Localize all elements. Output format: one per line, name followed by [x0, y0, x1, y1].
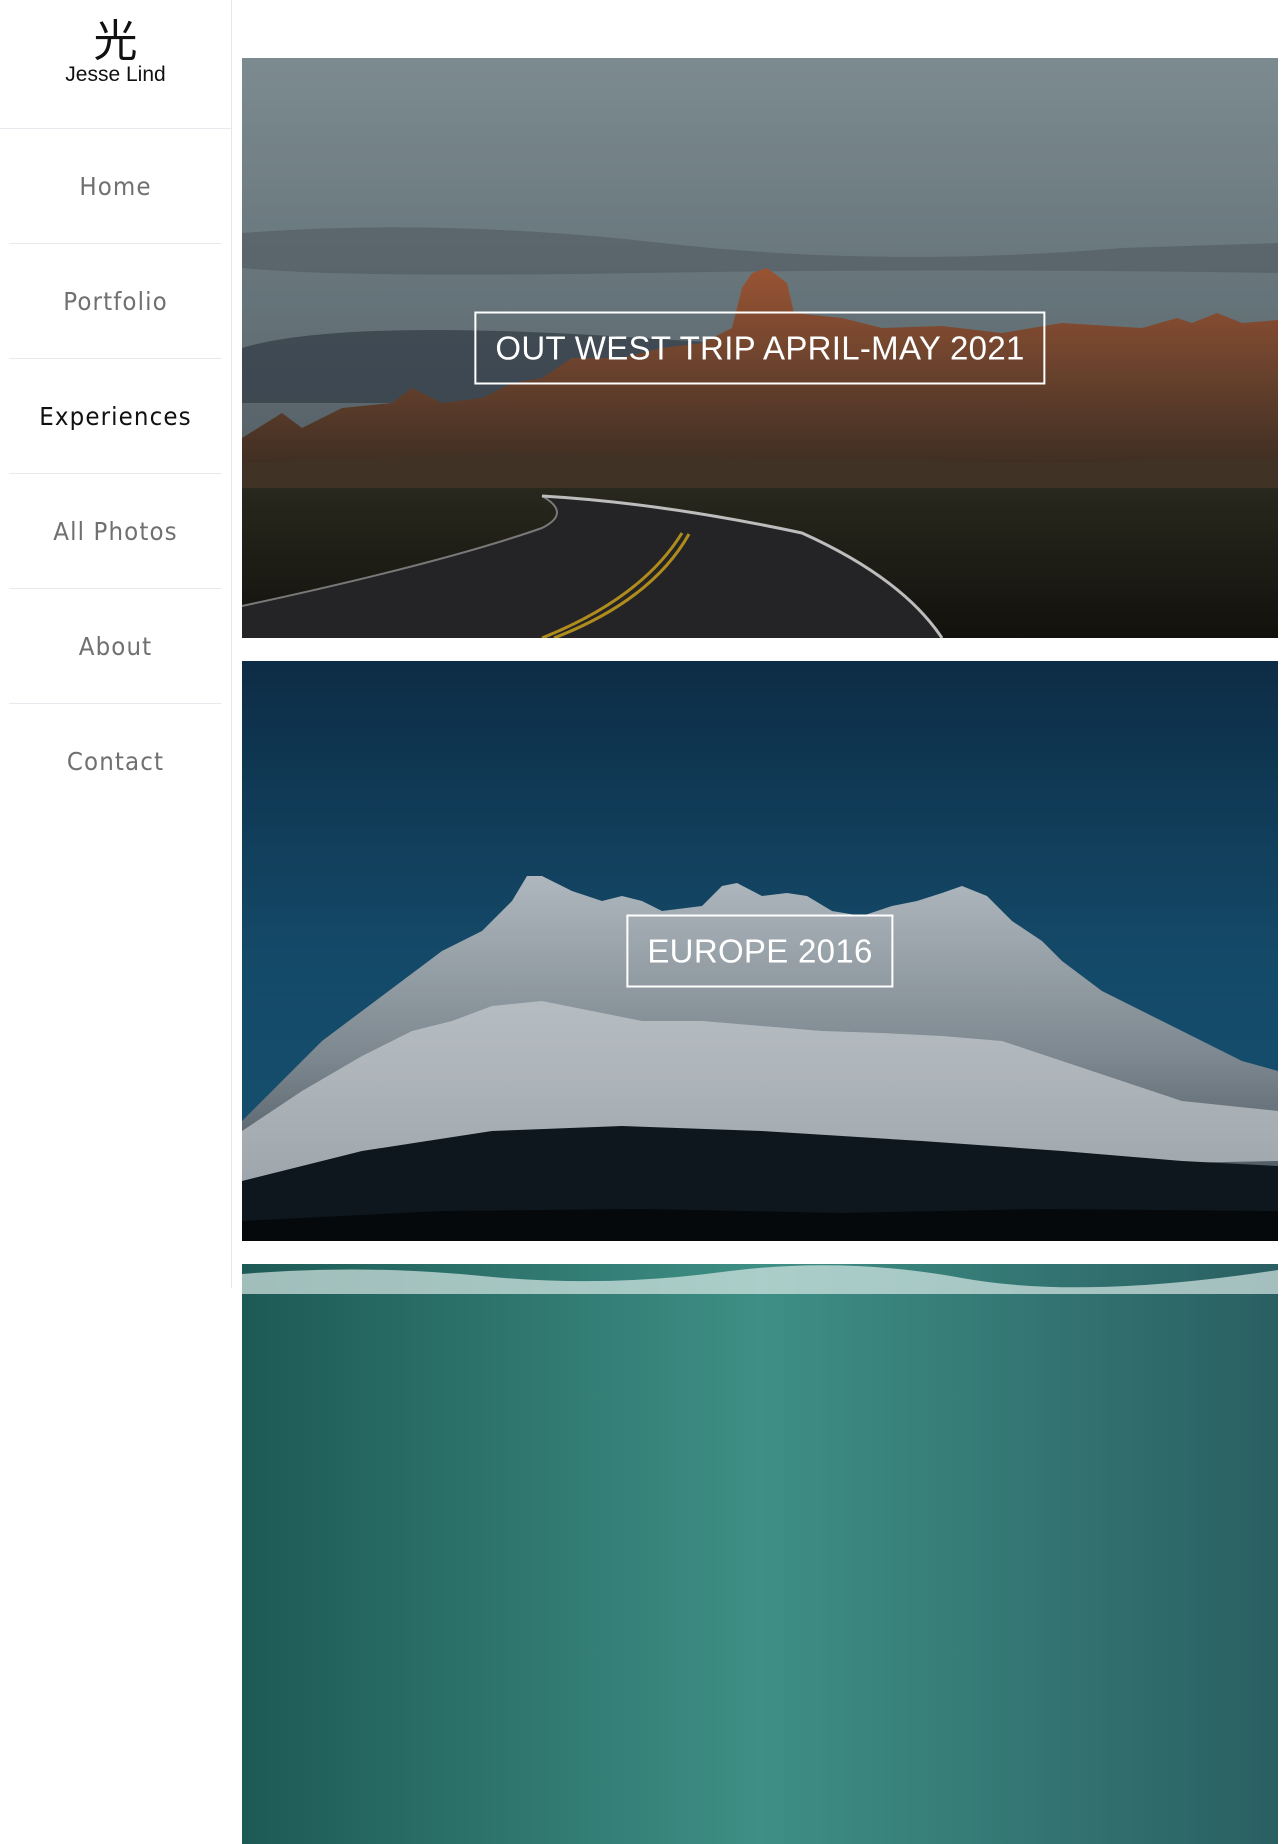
experience-card-ocean[interactable]	[242, 1264, 1278, 1844]
experience-card-europe[interactable]: EUROPE 2016	[242, 661, 1278, 1241]
sidebar: 光 Jesse Lind Home Portfolio Experiences …	[0, 0, 232, 1288]
experiences-list: OUT WEST TRIP APRIL-MAY 2021 EUROPE 2016	[232, 0, 1288, 1844]
ocean-wave-photo	[242, 1264, 1278, 1844]
nav-item-experiences[interactable]: Experiences	[9, 359, 222, 474]
nav-item-home[interactable]: Home	[9, 129, 222, 244]
experience-card-out-west[interactable]: OUT WEST TRIP APRIL-MAY 2021	[242, 58, 1278, 638]
nav-item-portfolio[interactable]: Portfolio	[9, 244, 222, 359]
nav-item-contact[interactable]: Contact	[9, 704, 222, 819]
nav-item-about[interactable]: About	[9, 589, 222, 704]
logo-name: Jesse Lind	[65, 63, 166, 86]
experience-title[interactable]: EUROPE 2016	[626, 914, 894, 988]
nav-item-all-photos[interactable]: All Photos	[9, 474, 222, 589]
experience-title[interactable]: OUT WEST TRIP APRIL-MAY 2021	[474, 311, 1046, 385]
logo-kanji: 光	[93, 16, 138, 67]
site-logo[interactable]: 光 Jesse Lind	[0, 0, 231, 129]
